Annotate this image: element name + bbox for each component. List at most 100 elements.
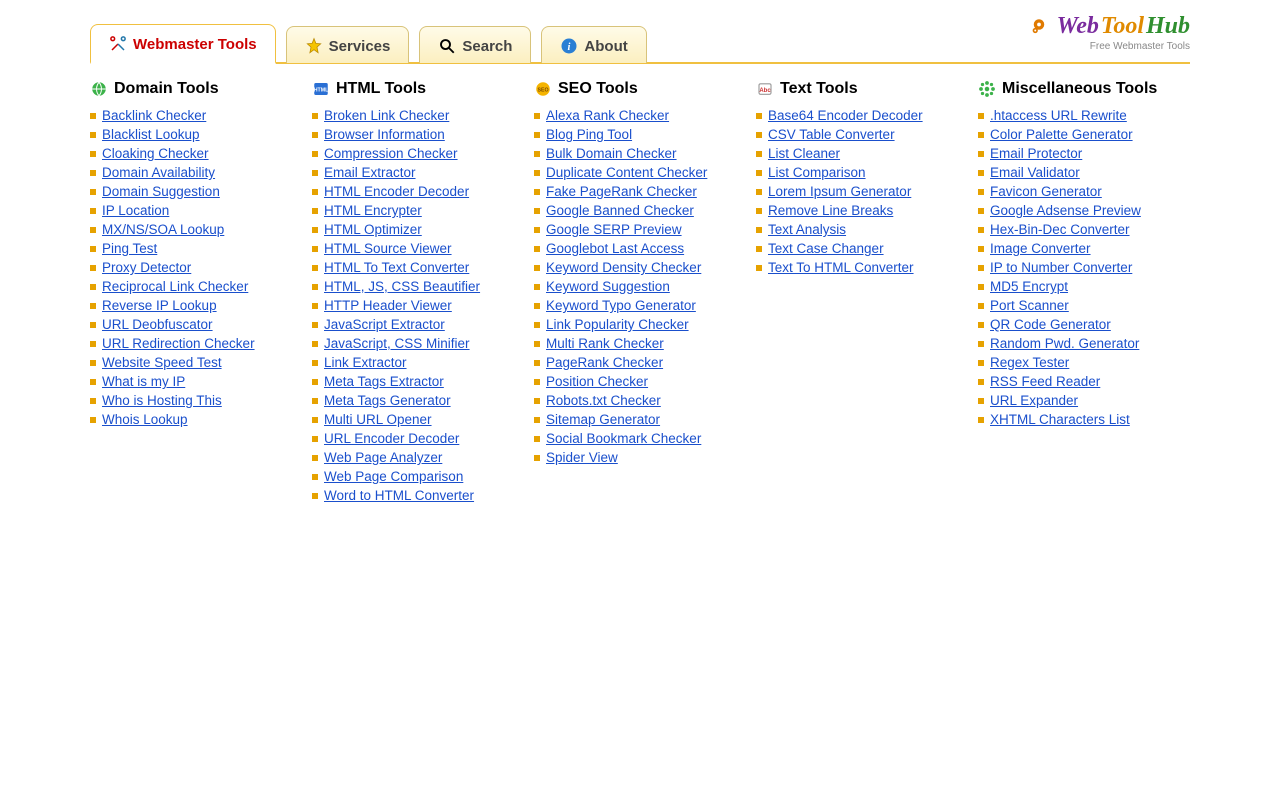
tool-link[interactable]: Compression Checker [324,146,458,161]
tool-link[interactable]: Multi URL Opener [324,412,432,427]
tool-link[interactable]: Whois Lookup [102,412,188,427]
bullet-icon [312,227,318,233]
tool-row: IP Location [90,203,302,218]
tool-link[interactable]: Word to HTML Converter [324,488,474,503]
tool-link[interactable]: Meta Tags Extractor [324,374,444,389]
tool-link[interactable]: Lorem Ipsum Generator [768,184,911,199]
tool-link[interactable]: Browser Information [324,127,445,142]
tool-link[interactable]: Keyword Typo Generator [546,298,696,313]
site-logo[interactable]: WebToolHub Free Webmaster Tools [1023,10,1190,52]
tool-link[interactable]: JavaScript Extractor [324,317,445,332]
tool-link[interactable]: .htaccess URL Rewrite [990,108,1127,123]
tool-link[interactable]: Reverse IP Lookup [102,298,217,313]
tool-link[interactable]: HTTP Header Viewer [324,298,452,313]
tool-link[interactable]: RSS Feed Reader [990,374,1100,389]
tool-link[interactable]: Position Checker [546,374,648,389]
tool-link[interactable]: Google Adsense Preview [990,203,1141,218]
tool-link[interactable]: Social Bookmark Checker [546,431,701,446]
tool-link[interactable]: Text Analysis [768,222,846,237]
tool-link[interactable]: Website Speed Test [102,355,222,370]
tool-link[interactable]: HTML Encoder Decoder [324,184,469,199]
tool-link[interactable]: Web Page Analyzer [324,450,442,465]
tool-link[interactable]: Alexa Rank Checker [546,108,669,123]
tool-link[interactable]: Robots.txt Checker [546,393,661,408]
tool-link[interactable]: Text Case Changer [768,241,884,256]
tool-link[interactable]: Web Page Comparison [324,469,463,484]
bullet-icon [312,246,318,252]
tool-row: Word to HTML Converter [312,488,524,503]
tool-link[interactable]: What is my IP [102,374,185,389]
tool-row: Proxy Detector [90,260,302,275]
tab-about[interactable]: i About [541,26,646,63]
tool-link[interactable]: Keyword Density Checker [546,260,701,275]
tool-link[interactable]: JavaScript, CSS Minifier [324,336,470,351]
tool-link[interactable]: Cloaking Checker [102,146,209,161]
tool-row: Text To HTML Converter [756,260,968,275]
tool-link[interactable]: Color Palette Generator [990,127,1133,142]
tool-row: RSS Feed Reader [978,374,1190,389]
tool-link[interactable]: Keyword Suggestion [546,279,670,294]
tool-link[interactable]: Spider View [546,450,618,465]
tool-link[interactable]: IP to Number Converter [990,260,1132,275]
tool-link[interactable]: IP Location [102,203,169,218]
tool-link[interactable]: Regex Tester [990,355,1069,370]
tool-link[interactable]: Blacklist Lookup [102,127,200,142]
tool-link[interactable]: URL Expander [990,393,1078,408]
tool-link[interactable]: Reciprocal Link Checker [102,279,248,294]
tool-link[interactable]: CSV Table Converter [768,127,895,142]
tool-link[interactable]: Remove Line Breaks [768,203,893,218]
tool-link[interactable]: Email Validator [990,165,1080,180]
tool-link[interactable]: URL Deobfuscator [102,317,213,332]
tool-link[interactable]: Meta Tags Generator [324,393,451,408]
tool-link[interactable]: Blog Ping Tool [546,127,632,142]
tool-link[interactable]: Broken Link Checker [324,108,449,123]
tool-link[interactable]: QR Code Generator [990,317,1111,332]
tab-services[interactable]: Services [286,26,410,63]
tool-link[interactable]: Domain Availability [102,165,215,180]
tab-webmaster-tools[interactable]: Webmaster Tools [90,24,276,64]
tool-link[interactable]: MX/NS/SOA Lookup [102,222,224,237]
tool-link[interactable]: HTML Source Viewer [324,241,452,256]
tool-link[interactable]: PageRank Checker [546,355,663,370]
tool-row: Website Speed Test [90,355,302,370]
tool-link[interactable]: Email Protector [990,146,1082,161]
tool-link[interactable]: Hex-Bin-Dec Converter [990,222,1130,237]
tool-link[interactable]: HTML To Text Converter [324,260,469,275]
tool-link[interactable]: Bulk Domain Checker [546,146,677,161]
tool-link[interactable]: Link Popularity Checker [546,317,689,332]
tool-link[interactable]: Ping Test [102,241,157,256]
tool-link[interactable]: Multi Rank Checker [546,336,664,351]
tool-link[interactable]: Text To HTML Converter [768,260,914,275]
tool-link[interactable]: MD5 Encrypt [990,279,1068,294]
tool-link[interactable]: Random Pwd. Generator [990,336,1139,351]
tool-link[interactable]: Who is Hosting This [102,393,222,408]
tool-link[interactable]: Duplicate Content Checker [546,165,707,180]
tool-link[interactable]: XHTML Characters List [990,412,1130,427]
tool-link[interactable]: Sitemap Generator [546,412,660,427]
tool-row: Text Case Changer [756,241,968,256]
tool-link[interactable]: Proxy Detector [102,260,191,275]
tool-link[interactable]: Favicon Generator [990,184,1102,199]
tool-link[interactable]: List Comparison [768,165,866,180]
tool-link[interactable]: HTML Encrypter [324,203,422,218]
tool-link[interactable]: URL Redirection Checker [102,336,255,351]
tool-link[interactable]: List Cleaner [768,146,840,161]
tool-link[interactable]: Port Scanner [990,298,1069,313]
tool-link[interactable]: Base64 Encoder Decoder [768,108,923,123]
tool-row: Hex-Bin-Dec Converter [978,222,1190,237]
tool-link[interactable]: Fake PageRank Checker [546,184,697,199]
tool-link[interactable]: Googlebot Last Access [546,241,684,256]
tool-link[interactable]: Image Converter [990,241,1091,256]
tab-search[interactable]: Search [419,26,531,63]
tool-link[interactable]: Domain Suggestion [102,184,220,199]
tool-link[interactable]: Email Extractor [324,165,416,180]
tool-link[interactable]: Backlink Checker [102,108,206,123]
tool-link[interactable]: Link Extractor [324,355,407,370]
tool-link[interactable]: HTML Optimizer [324,222,422,237]
bullet-icon [534,360,540,366]
tool-link[interactable]: Google SERP Preview [546,222,682,237]
tool-link[interactable]: Google Banned Checker [546,203,694,218]
tool-link[interactable]: URL Encoder Decoder [324,431,459,446]
tool-link[interactable]: HTML, JS, CSS Beautifier [324,279,480,294]
bullet-icon [534,303,540,309]
